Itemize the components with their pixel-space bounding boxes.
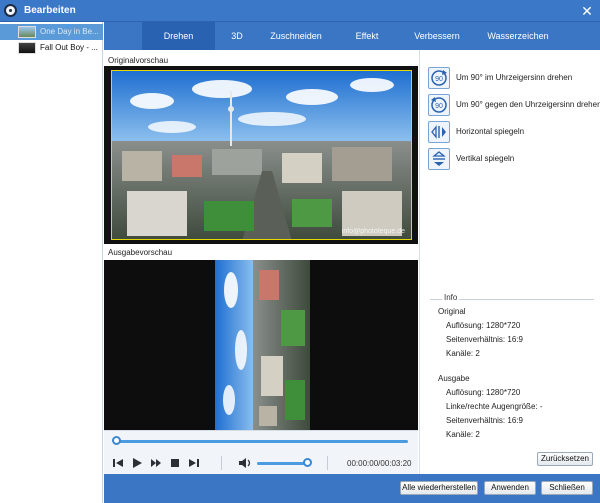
fast-forward-button[interactable] bbox=[150, 457, 162, 469]
play-button[interactable] bbox=[131, 457, 143, 469]
file-list: One Day in Be... Fall Out Boy - ... bbox=[0, 22, 103, 503]
tab-crop[interactable]: Zuschneiden bbox=[267, 22, 325, 50]
window-title: Bearbeiten bbox=[24, 5, 76, 16]
flip-vertical-icon bbox=[428, 148, 450, 170]
rotate-ccw-label: Um 90° gegen den Uhrzeigersinn drehen bbox=[456, 100, 600, 109]
svg-text:90: 90 bbox=[435, 103, 443, 110]
info-output-heading: Ausgabe bbox=[438, 374, 470, 383]
close-icon: ✕ bbox=[581, 3, 593, 19]
next-button[interactable] bbox=[188, 457, 200, 469]
info-output-eye-size: Linke/rechte Augengröße: - bbox=[446, 402, 543, 411]
original-video-frame[interactable]: info@phototeque.de bbox=[111, 70, 412, 240]
progress-bar[interactable] bbox=[116, 440, 408, 443]
progress-handle[interactable] bbox=[112, 436, 121, 445]
divider bbox=[221, 456, 222, 470]
previous-button[interactable] bbox=[112, 457, 124, 469]
volume-slider[interactable] bbox=[257, 462, 307, 465]
volume-handle[interactable] bbox=[303, 458, 312, 467]
output-preview bbox=[104, 260, 418, 430]
output-preview-label: Ausgabevorschau bbox=[108, 248, 173, 257]
info-original-resolution: Auflösung: 1280*720 bbox=[446, 321, 521, 330]
flip-vertical-label: Vertikal spiegeln bbox=[456, 154, 515, 163]
flip-horizontal-label: Horizontal spiegeln bbox=[456, 127, 525, 136]
info-original-channels: Kanäle: 2 bbox=[446, 349, 480, 358]
tab-3d[interactable]: 3D bbox=[225, 22, 249, 50]
title-bar: Bearbeiten ✕ bbox=[0, 0, 600, 22]
restore-all-button[interactable]: Alle wiederherstellen bbox=[400, 481, 478, 495]
info-original-heading: Original bbox=[438, 307, 466, 316]
svg-text:90: 90 bbox=[435, 76, 443, 83]
info-output-channels: Kanäle: 2 bbox=[446, 430, 480, 439]
tab-enhance[interactable]: Verbessern bbox=[410, 22, 464, 50]
skip-back-icon bbox=[113, 459, 123, 467]
flip-horizontal-icon bbox=[428, 121, 450, 143]
close-window-button[interactable]: ✕ bbox=[578, 2, 596, 20]
playback-controls: 00:00:00/00:03:20 bbox=[104, 430, 418, 474]
play-icon bbox=[133, 458, 142, 468]
video-watermark: info@phototeque.de bbox=[341, 228, 405, 235]
info-output-resolution: Auflösung: 1280*720 bbox=[446, 388, 521, 397]
edit-tabs: Drehen 3D Zuschneiden Effekt Verbessern … bbox=[104, 22, 600, 50]
output-video-frame bbox=[215, 260, 310, 430]
skip-forward-icon bbox=[189, 459, 199, 467]
original-preview-label: Originalvorschau bbox=[108, 56, 169, 65]
reset-button[interactable]: Zurücksetzen bbox=[537, 452, 593, 466]
info-output-aspect: Seitenverhältnis: 16:9 bbox=[446, 416, 523, 425]
info-original-aspect: Seitenverhältnis: 16:9 bbox=[446, 335, 523, 344]
rotate-cw-icon: 90 bbox=[428, 67, 450, 89]
file-item-fall-out-boy[interactable]: Fall Out Boy - ... bbox=[0, 40, 103, 56]
file-name: Fall Out Boy - ... bbox=[40, 43, 98, 52]
rotate-ccw-icon: 90 bbox=[428, 94, 450, 116]
tab-rotate[interactable]: Drehen bbox=[142, 22, 215, 50]
app-logo-icon bbox=[4, 4, 17, 17]
stop-button[interactable] bbox=[169, 457, 181, 469]
volume-icon bbox=[239, 458, 251, 468]
file-item-one-day-in-berlin[interactable]: One Day in Be... bbox=[0, 24, 103, 40]
rotate-cw-label: Um 90° im Uhrzeigersinn drehen bbox=[456, 73, 573, 82]
rotate-panel: 90 Um 90° im Uhrzeigersinn drehen 90 Um … bbox=[419, 50, 600, 474]
file-thumbnail bbox=[18, 42, 36, 54]
tab-effect[interactable]: Effekt bbox=[349, 22, 385, 50]
original-preview: info@phototeque.de bbox=[104, 66, 418, 244]
apply-button[interactable]: Anwenden bbox=[484, 481, 536, 495]
tab-watermark[interactable]: Wasserzeichen bbox=[482, 22, 554, 50]
fast-forward-icon bbox=[151, 459, 161, 467]
dialog-footer: Alle wiederherstellen Anwenden Schließen bbox=[104, 474, 600, 503]
close-button[interactable]: Schließen bbox=[541, 481, 593, 495]
mute-button[interactable] bbox=[238, 457, 251, 469]
divider bbox=[327, 456, 328, 470]
timecode: 00:00:00/00:03:20 bbox=[347, 459, 412, 468]
file-thumbnail bbox=[18, 26, 36, 38]
info-title: Info bbox=[442, 293, 460, 302]
file-name: One Day in Be... bbox=[40, 27, 99, 36]
stop-icon bbox=[171, 459, 179, 467]
